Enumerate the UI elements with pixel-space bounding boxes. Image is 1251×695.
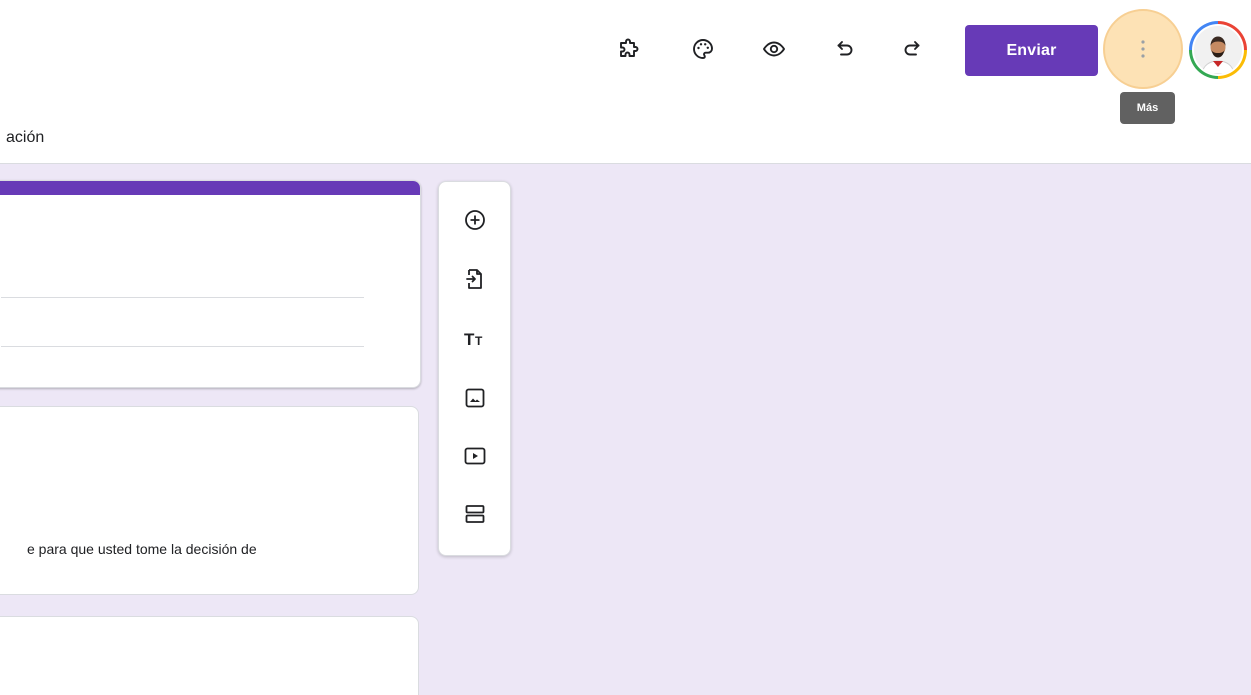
add-section-icon[interactable]: [461, 500, 489, 528]
question-card[interactable]: [0, 406, 419, 595]
side-toolbar: T T: [438, 181, 511, 556]
import-questions-icon[interactable]: [461, 265, 489, 293]
redo-icon[interactable]: [895, 32, 929, 66]
svg-text:T: T: [464, 330, 475, 349]
more-tooltip: Más: [1120, 92, 1175, 124]
description-underline: [1, 346, 364, 347]
more-options-button[interactable]: [1103, 9, 1183, 89]
undo-icon[interactable]: [828, 32, 862, 66]
add-question-icon[interactable]: [461, 206, 489, 234]
palette-icon[interactable]: [686, 32, 720, 66]
form-header-card[interactable]: [0, 180, 421, 388]
avatar-photo: [1194, 26, 1242, 74]
question-description-text: e para que usted tome la decisión de: [27, 541, 257, 557]
tab-label-partial[interactable]: ación: [6, 129, 44, 147]
add-title-icon[interactable]: T T: [461, 324, 489, 352]
more-vert-icon: [1141, 40, 1145, 58]
add-video-icon[interactable]: [461, 442, 489, 470]
addons-icon[interactable]: [612, 32, 646, 66]
top-bar: Enviar Más ación: [0, 0, 1251, 164]
preview-eye-icon[interactable]: [757, 32, 791, 66]
avatar[interactable]: [1189, 21, 1247, 79]
svg-text:T: T: [475, 334, 483, 348]
card-accent-bar: [0, 181, 420, 195]
send-button[interactable]: Enviar: [965, 25, 1098, 76]
title-underline: [1, 297, 364, 298]
add-image-icon[interactable]: [461, 384, 489, 412]
question-card[interactable]: [0, 616, 419, 695]
